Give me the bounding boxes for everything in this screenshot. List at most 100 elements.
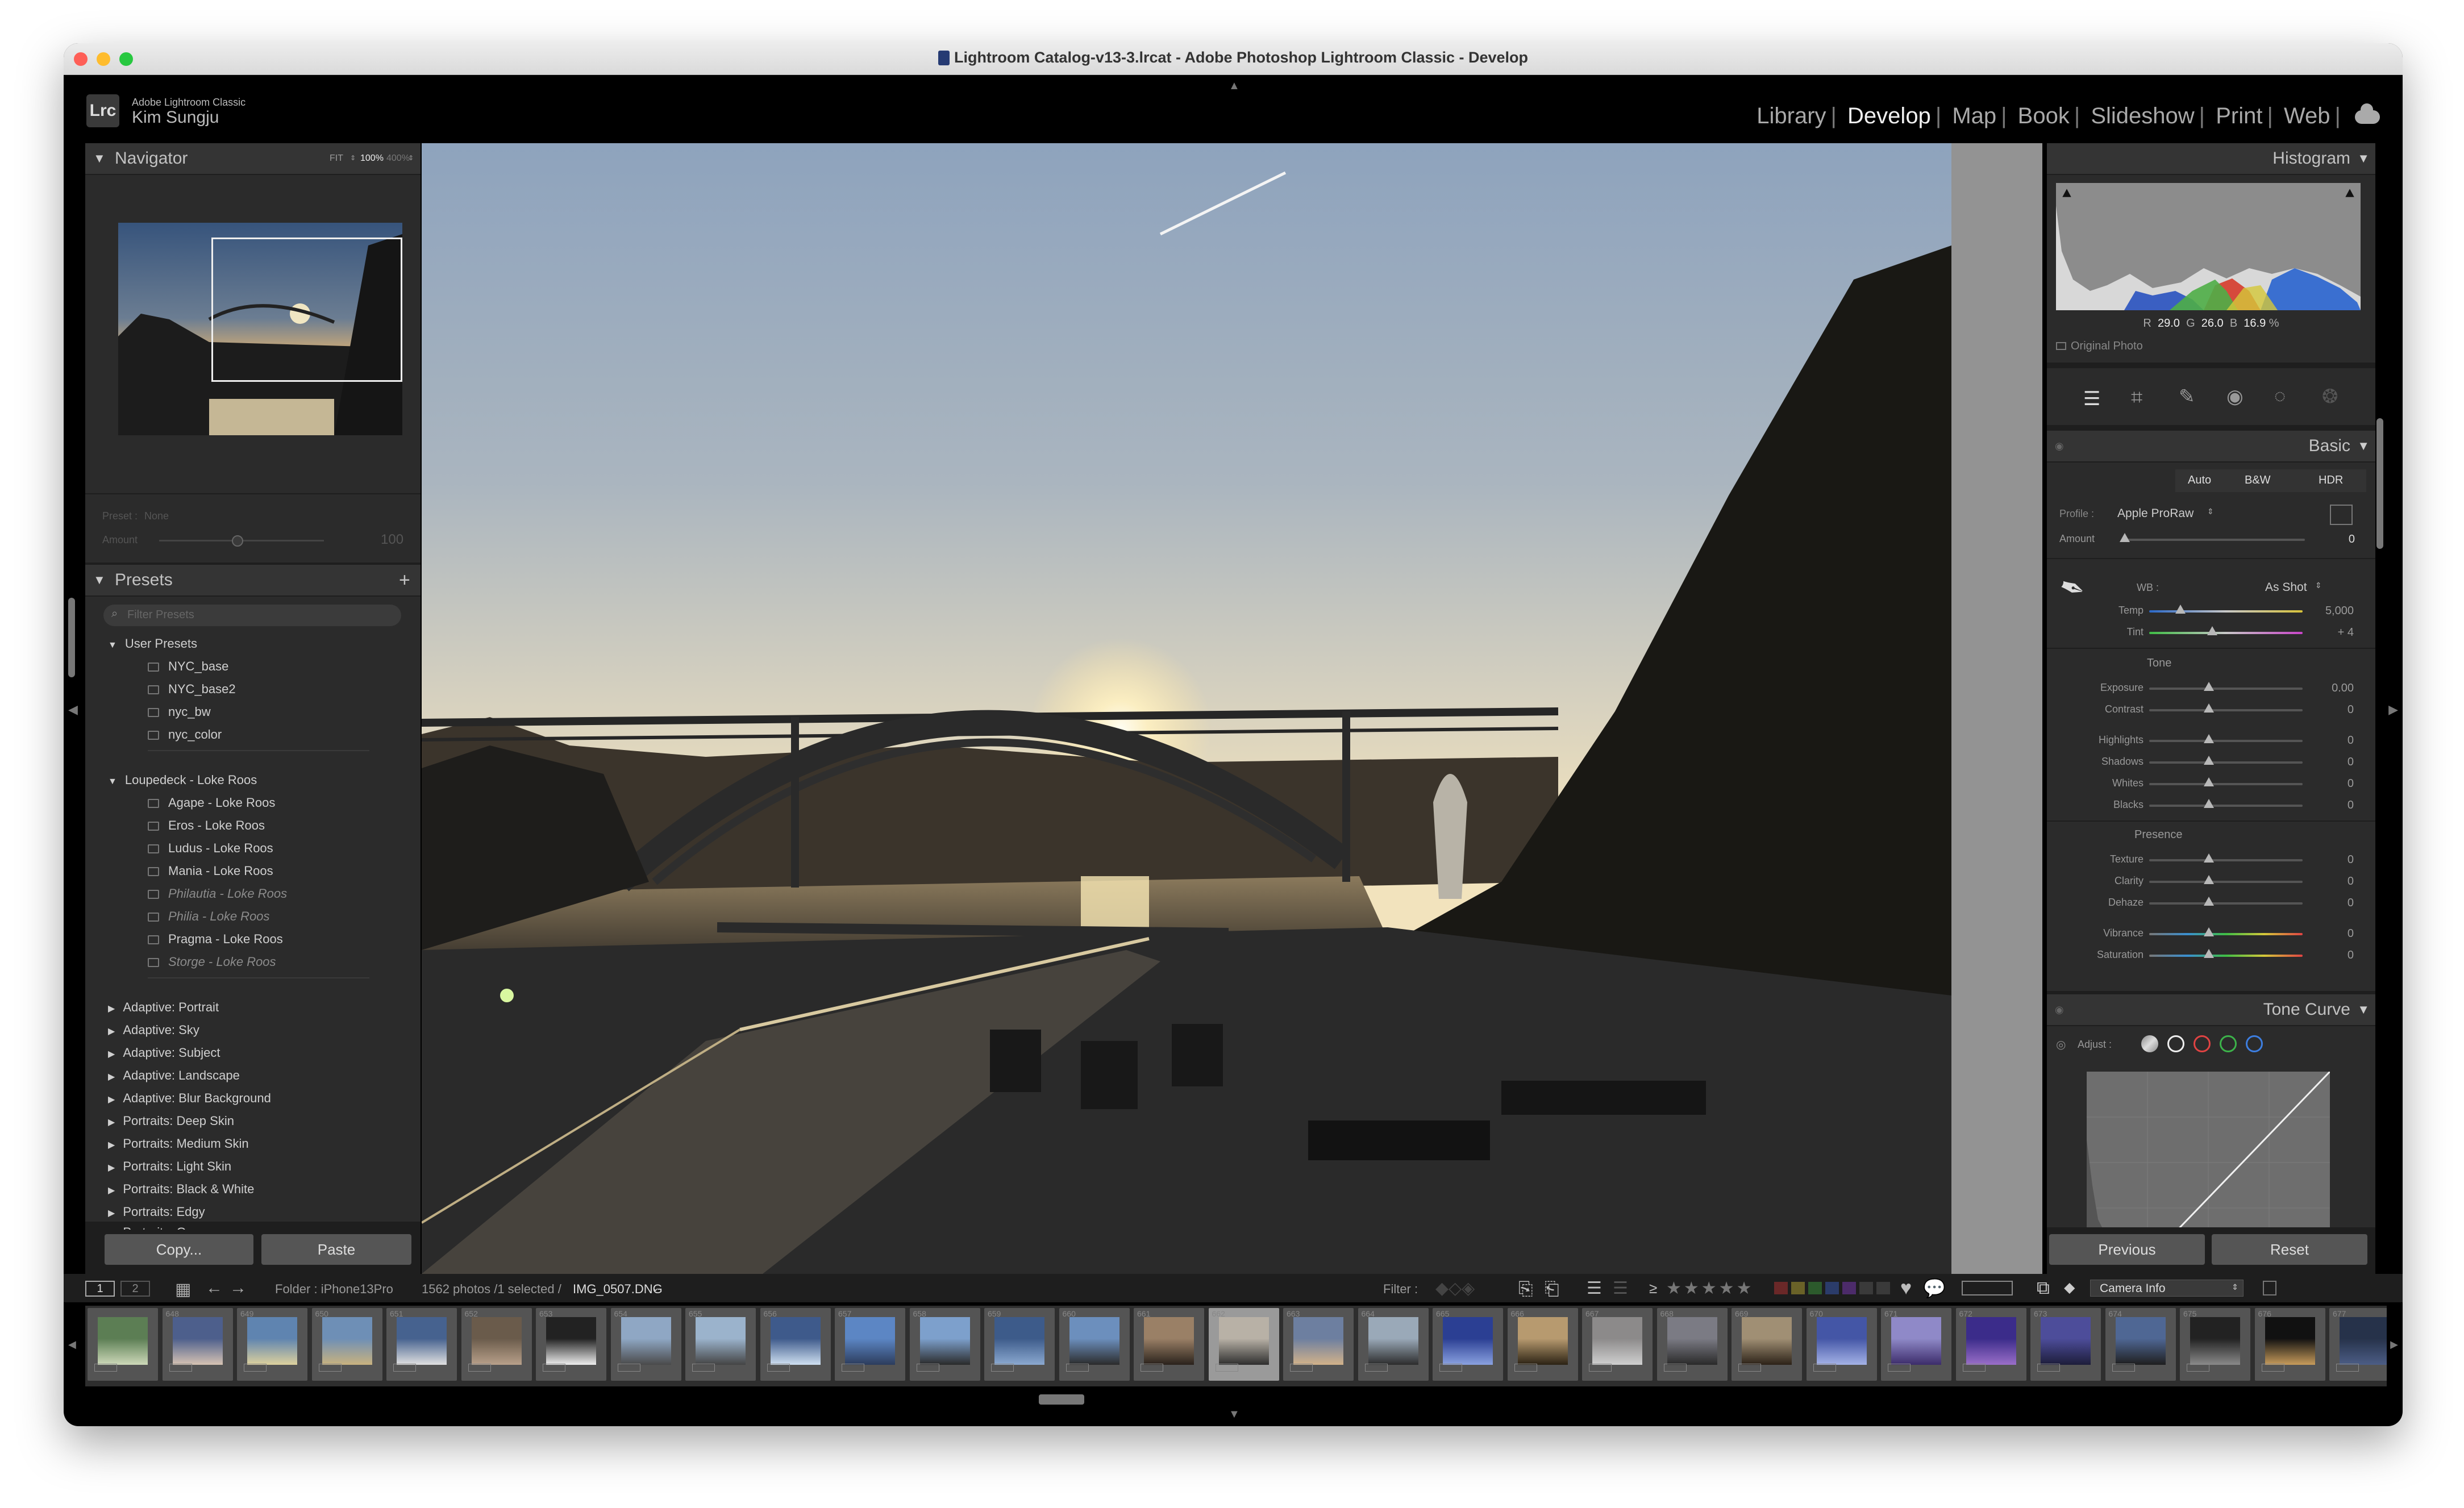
amount-slider-knob[interactable] <box>232 535 243 547</box>
zoom-100[interactable]: 100% <box>360 143 384 174</box>
green-label-filter[interactable] <box>1808 1282 1822 1294</box>
preset-item[interactable]: Pragma - Loke Roos <box>148 932 283 947</box>
saturation-knob[interactable] <box>2204 949 2214 958</box>
vibrance-knob[interactable] <box>2204 927 2214 936</box>
filmstrip-thumbnail[interactable]: 673 <box>2030 1308 2101 1381</box>
profile-amount-knob[interactable] <box>2120 533 2130 542</box>
rating-operator[interactable]: ≥ <box>1649 1280 1657 1297</box>
selected-filename[interactable]: IMG_0507.DNG <box>573 1282 663 1297</box>
presets-header[interactable]: ▼ Presets + <box>85 565 421 595</box>
edit-sliders-icon[interactable]: ☰ <box>2083 388 2100 410</box>
tone-curve-graph[interactable] <box>2087 1070 2331 1227</box>
preset-group-loupedeck[interactable]: ▼ Loupedeck - Loke Roos <box>108 773 257 788</box>
profile-amount-slider[interactable] <box>2123 539 2305 541</box>
texture-slider[interactable] <box>2149 859 2303 861</box>
filmstrip-thumbnail[interactable]: 675 <box>2180 1308 2250 1381</box>
preset-item[interactable]: Philia - Loke Roos <box>148 909 270 924</box>
filmstrip-thumbnail[interactable]: 670 <box>1806 1308 1877 1381</box>
comment-filter-icon[interactable]: 💬 <box>1923 1277 1946 1299</box>
cloud-sync-icon[interactable] <box>2355 103 2380 124</box>
zoom-fit[interactable]: FIT <box>330 143 343 174</box>
filmstrip-scrollbar[interactable] <box>1039 1394 1084 1405</box>
profile-select[interactable]: Apple ProRaw <box>2117 507 2194 520</box>
blacks-slider[interactable] <box>2149 805 2303 807</box>
contrast-knob[interactable] <box>2204 703 2214 713</box>
adjustment-brush-icon[interactable]: ❂ <box>2322 385 2338 408</box>
preset-group[interactable]: ▶ Portraits: Medium Skin <box>108 1136 249 1151</box>
preset-item[interactable]: Philautia - Loke Roos <box>148 886 287 901</box>
virtual-copy-filter-icon[interactable]: ⎘ <box>1518 1278 1533 1300</box>
preset-item[interactable]: NYC_base2 <box>148 682 236 697</box>
filmstrip-thumbnail[interactable]: 652 <box>461 1308 532 1381</box>
preset-item[interactable]: Mania - Loke Roos <box>148 864 273 878</box>
dehaze-knob[interactable] <box>2204 897 2214 906</box>
heart-filter-icon[interactable]: ♥ <box>1900 1277 1912 1299</box>
filmstrip-thumbnail[interactable] <box>88 1308 158 1381</box>
filmstrip-thumbnail[interactable]: 659 <box>984 1308 1055 1381</box>
rating-filter-stars[interactable]: ★★★★★ <box>1666 1278 1754 1298</box>
filmstrip-thumbnail[interactable]: 661 <box>1134 1308 1204 1381</box>
view-mode-icons[interactable] <box>1962 1281 2013 1295</box>
left-scrollbar[interactable] <box>68 598 75 677</box>
profile-updown-icon[interactable]: ⇕ <box>2207 507 2214 516</box>
reset-button[interactable]: Reset <box>2212 1234 2367 1265</box>
filmstrip-thumbnail[interactable]: 657 <box>835 1308 905 1381</box>
navigator-header[interactable]: ▼ Navigator FIT ⇕ 100% 400% ⇕ <box>85 143 421 174</box>
filmstrip-thumbnail[interactable]: 656 <box>760 1308 831 1381</box>
green-channel-icon[interactable] <box>2220 1035 2237 1052</box>
filmstrip-menu-icon[interactable] <box>2263 1281 2276 1295</box>
preset-item[interactable]: nyc_color <box>148 727 222 742</box>
filmstrip-thumbnail[interactable]: 672 <box>1955 1308 2026 1381</box>
stack-icon[interactable]: ⧉ <box>2037 1277 2050 1299</box>
temp-knob[interactable] <box>2175 605 2186 614</box>
tint-knob[interactable] <box>2207 626 2217 635</box>
highlights-slider[interactable] <box>2149 740 2303 742</box>
metadata-filter-select[interactable]: Camera Info ⇕ <box>2090 1280 2244 1297</box>
filmstrip-thumbnail[interactable]: 671 <box>1881 1308 1951 1381</box>
basic-header[interactable]: ◉ Basic ▼ <box>2047 431 2375 461</box>
main-window-button[interactable]: 1 <box>85 1281 115 1297</box>
filter-lock-icon[interactable]: ⬥ <box>2064 1278 2075 1297</box>
collapse-triangle-icon[interactable]: ▼ <box>2357 994 2370 1025</box>
back-arrow-icon[interactable]: ← <box>206 1278 223 1298</box>
filmstrip-thumbnail[interactable]: 648 <box>162 1308 233 1381</box>
histogram-graph[interactable] <box>2056 183 2361 310</box>
collapse-triangle-icon[interactable]: ▼ <box>2357 143 2370 174</box>
highlights-knob[interactable] <box>2204 734 2214 743</box>
filmstrip-thumbnail[interactable]: 649 <box>237 1308 307 1381</box>
bottom-panel-toggle-icon[interactable]: ▼ <box>1229 1408 1240 1421</box>
panel-visibility-icon[interactable]: ◉ <box>2055 431 2064 461</box>
healing-icon[interactable]: ✎ <box>2179 385 2195 408</box>
bw-button[interactable]: B&W <box>2245 474 2271 487</box>
module-print[interactable]: Print <box>2211 103 2267 128</box>
filmstrip-thumbnail[interactable]: 668 <box>1656 1308 1728 1381</box>
filmstrip-thumbnail[interactable]: 651 <box>386 1308 457 1381</box>
filmstrip-thumbnail[interactable]: 658 <box>909 1308 980 1381</box>
preset-group[interactable]: ▶ Adaptive: Sky <box>108 1023 199 1038</box>
custom-label-filter[interactable] <box>1859 1282 1873 1294</box>
preset-group[interactable]: ▶ Portraits: Black & White <box>108 1182 254 1197</box>
filmstrip-thumbnail[interactable]: 667 <box>1582 1308 1653 1381</box>
clarity-slider[interactable] <box>2149 881 2303 883</box>
edited-filter-icon[interactable]: ☰ <box>1587 1278 1602 1298</box>
filmstrip-scroll-left-icon[interactable]: ◀ <box>68 1339 76 1351</box>
original-photo-toggle[interactable]: Original Photo <box>2056 340 2143 353</box>
tone-curve-header[interactable]: ◉ Tone Curve ▼ <box>2047 994 2375 1025</box>
wb-selector-icon[interactable]: ✒ <box>2054 567 2091 610</box>
filename-dropdown-icon[interactable]: ⌄ <box>651 1282 660 1294</box>
zoom-400[interactable]: 400% <box>386 143 410 174</box>
wb-select[interactable]: As Shot <box>2265 581 2307 594</box>
filmstrip-thumbnail[interactable]: 666 <box>1507 1308 1578 1381</box>
forward-arrow-icon[interactable]: → <box>230 1278 247 1298</box>
whites-knob[interactable] <box>2204 777 2214 786</box>
filmstrip-thumbnail[interactable]: 669 <box>1732 1308 1802 1381</box>
preset-item[interactable]: Agape - Loke Roos <box>148 795 275 810</box>
no-label-filter[interactable] <box>1876 1282 1890 1294</box>
texture-knob[interactable] <box>2204 853 2214 863</box>
preset-item[interactable]: Eros - Loke Roos <box>148 818 265 833</box>
clarity-knob[interactable] <box>2204 875 2214 884</box>
contrast-slider[interactable] <box>2149 709 2303 711</box>
panel-visibility-icon[interactable]: ◉ <box>2055 994 2064 1025</box>
module-web[interactable]: Web <box>2279 103 2335 128</box>
hdr-button[interactable]: HDR <box>2319 474 2343 487</box>
